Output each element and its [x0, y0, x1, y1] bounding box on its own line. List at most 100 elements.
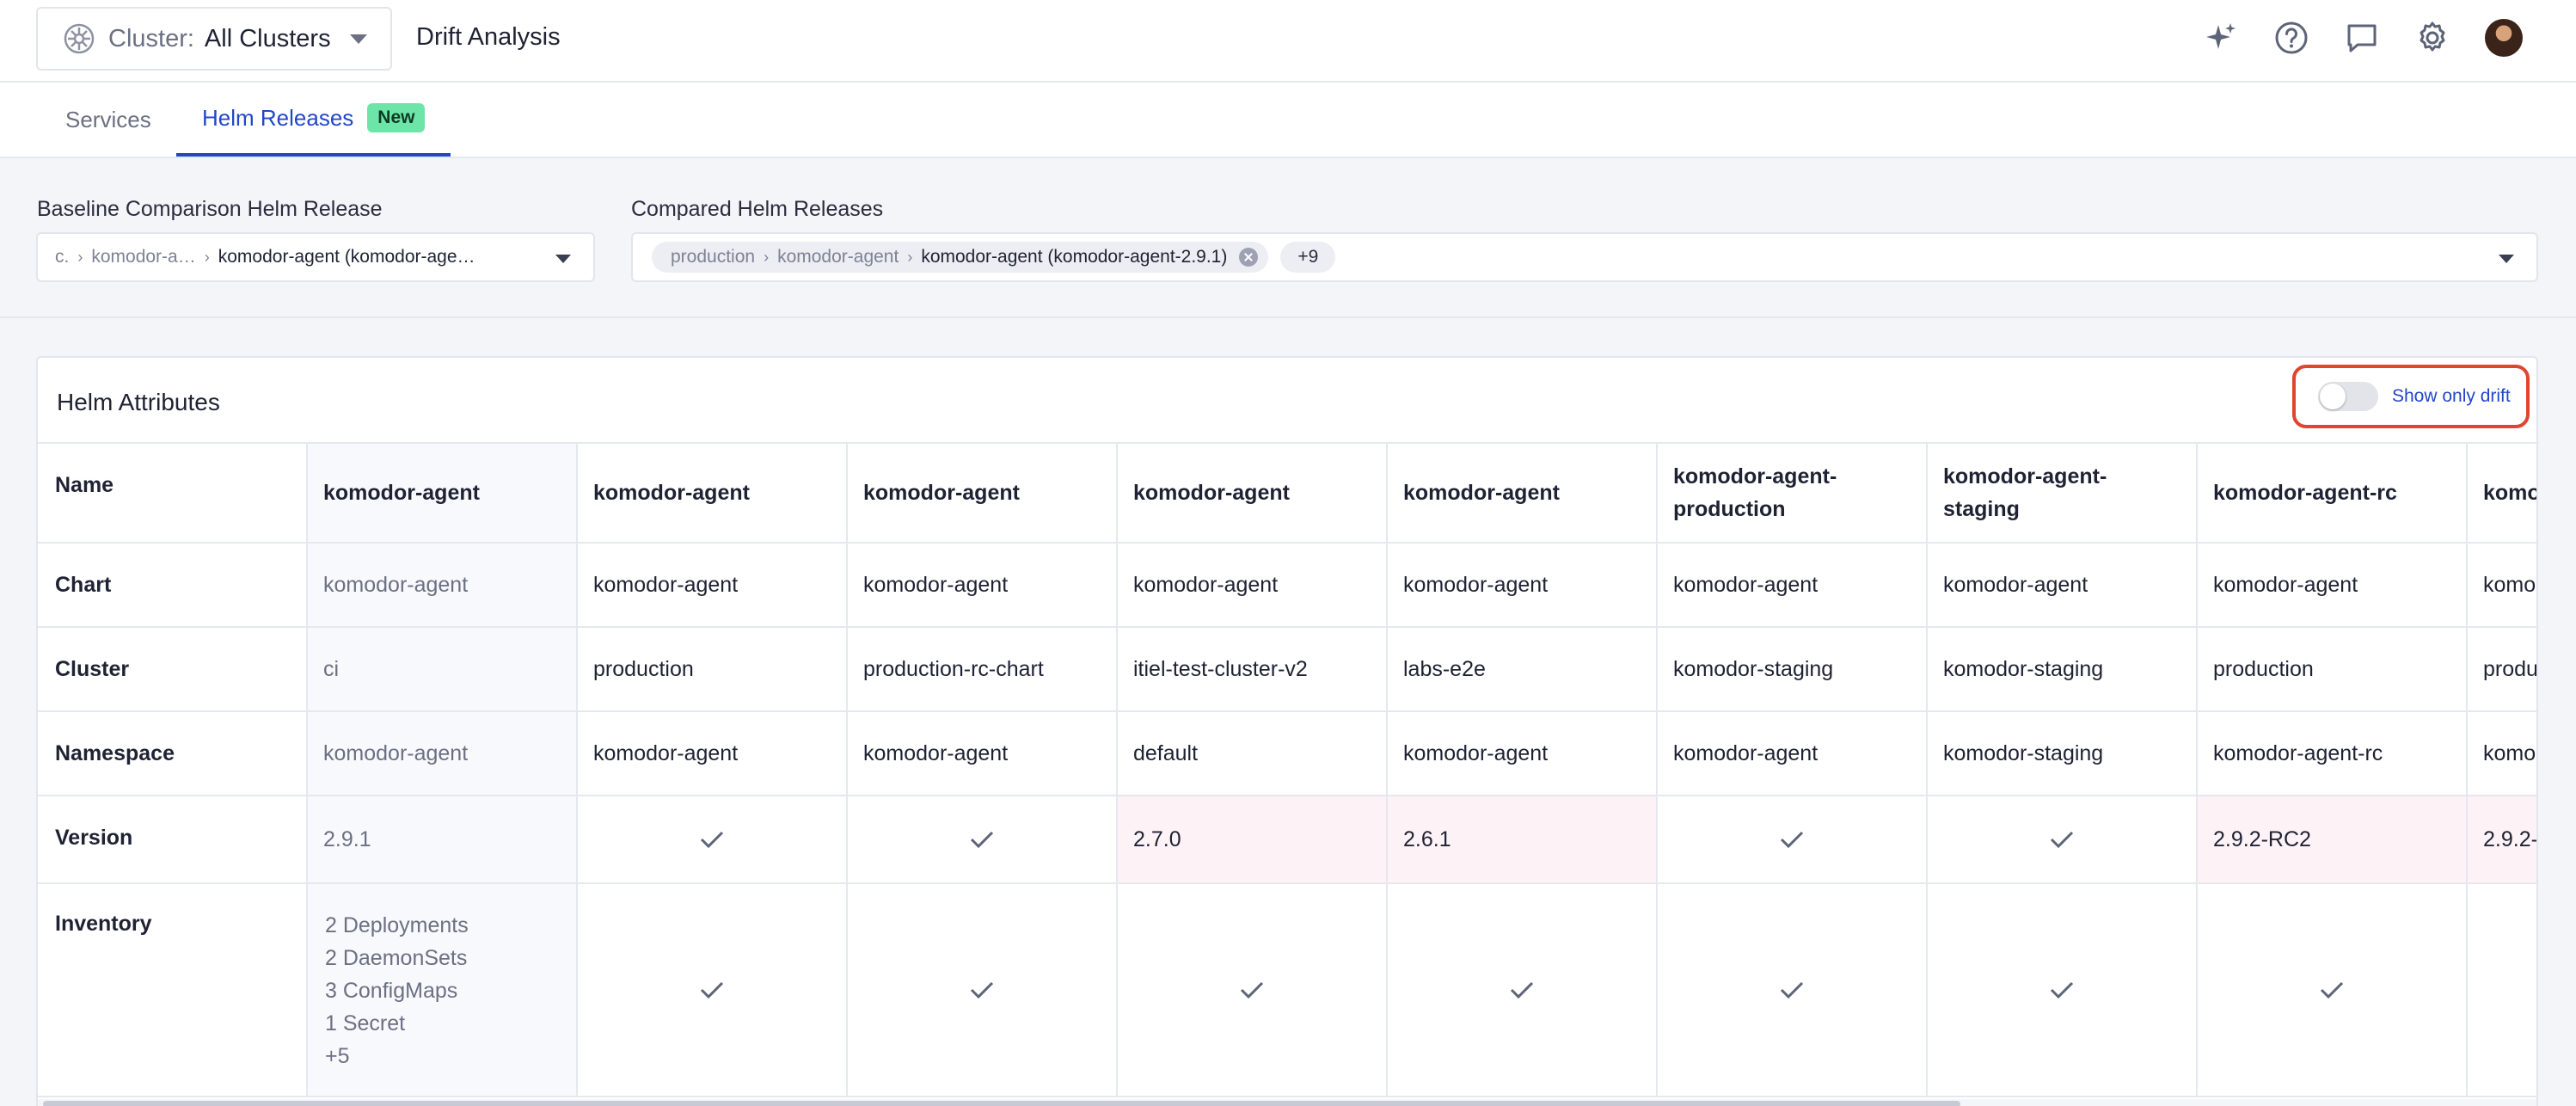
table-cell: komodor-staging	[1658, 628, 1928, 710]
compared-crumb-namespace: komodor-agent	[777, 247, 899, 267]
table-cell: komodor-agent	[848, 544, 1118, 626]
table-row-cluster: Cluster ci production production-rc-char…	[38, 628, 2536, 712]
column-header: komodor-agent- staging	[1928, 444, 2198, 542]
table-cell: 2 Deployments 2 DaemonSets 3 ConfigMaps …	[308, 884, 578, 1096]
chevron-down-icon	[2499, 255, 2514, 263]
chevron-right-icon: ›	[764, 248, 770, 266]
attributes-table[interactable]: Name komodor-agent komodor-agent komodor…	[38, 444, 2536, 1106]
check-icon	[1240, 981, 1264, 999]
baseline-select[interactable]: c. › komodor-a… › komodor-agent (komodor…	[36, 232, 595, 282]
top-bar: Cluster: All Clusters Drift Analysis	[0, 0, 2576, 83]
table-cell-drift: 2.7.0	[1118, 796, 1388, 882]
column-header-line: komodor-agent-	[1673, 464, 1837, 488]
column-header: komodor-agent	[578, 444, 848, 542]
check-icon	[2050, 981, 2074, 999]
inventory-list: 2 Deployments 2 DaemonSets 3 ConfigMaps …	[308, 884, 469, 1070]
column-header: komodor-agent-rc	[2198, 444, 2468, 542]
tab-services-label: Services	[65, 106, 151, 132]
list-item: 1 Secret	[325, 1011, 406, 1035]
tab-bar: Services Helm Releases New	[0, 83, 2576, 158]
inventory-more[interactable]: +5	[325, 1042, 469, 1070]
table-cell: production	[2198, 628, 2468, 710]
table-cell: ci	[308, 628, 578, 710]
compared-select[interactable]: production › komodor-agent › komodor-age…	[631, 232, 2538, 282]
column-header-line: staging	[1943, 497, 2020, 521]
table-cell	[1928, 796, 2198, 882]
chevron-down-icon	[349, 34, 367, 44]
check-icon	[700, 831, 724, 849]
chevron-down-icon	[555, 255, 571, 263]
table-cell: komodor-agent-rc	[2468, 712, 2536, 795]
helm-attributes-card: Helm Attributes Show only drift Name kom…	[36, 356, 2538, 1106]
compared-chip[interactable]: production › komodor-agent › komodor-age…	[652, 242, 1269, 273]
table-cell: production	[578, 628, 848, 710]
table-cell: komodor-agent	[848, 712, 1118, 795]
table-cell: komodor-agent	[1658, 544, 1928, 626]
table-cell: production-rc-chart	[848, 628, 1118, 710]
tab-helm-releases[interactable]: Helm Releases New	[176, 83, 451, 157]
baseline-crumb-namespace: komodor-a…	[91, 247, 196, 267]
toggle-label: Show only drift	[2392, 386, 2511, 406]
table-cell	[1388, 884, 1658, 1096]
card-header: Helm Attributes Show only drift	[38, 358, 2536, 444]
list-item: 2 Deployments	[325, 913, 469, 937]
baseline-value: komodor-agent (komodor-age…	[218, 247, 475, 267]
table-cell: komodor-agent	[578, 712, 848, 795]
help-icon[interactable]	[2273, 20, 2309, 56]
page-title: Drift Analysis	[416, 23, 561, 51]
row-label: Cluster	[38, 628, 308, 710]
horizontal-scrollbar[interactable]	[38, 1099, 2536, 1106]
cluster-selector[interactable]: Cluster: All Clusters	[36, 7, 392, 71]
column-header-line: production	[1673, 497, 1786, 521]
column-header: komodor-agent	[1118, 444, 1388, 542]
column-header: komodor-agent	[848, 444, 1118, 542]
table-cell: komodor-agent	[1388, 712, 1658, 795]
table-cell-drift: 2.9.2-RC2	[2198, 796, 2468, 882]
list-item: 3 ConfigMaps	[325, 979, 458, 1003]
row-label: Name	[38, 444, 308, 542]
table-cell-drift: 2.6.1	[1388, 796, 1658, 882]
table-cell: komodor-agent	[308, 544, 578, 626]
toggle-switch[interactable]	[2318, 382, 2378, 411]
baseline-label: Baseline Comparison Helm Release	[37, 197, 383, 221]
list-item: 2 DaemonSets	[325, 946, 468, 970]
table-cell: komodor-agent	[1928, 544, 2198, 626]
row-label: Inventory	[38, 884, 308, 1096]
row-label: Namespace	[38, 712, 308, 795]
scrollbar-thumb[interactable]	[43, 1101, 1960, 1106]
chat-icon[interactable]	[2344, 20, 2380, 56]
sparkles-icon[interactable]	[2203, 20, 2239, 56]
column-header: komodor-agent-rc	[2468, 444, 2536, 542]
compared-crumb-cluster: production	[671, 247, 756, 267]
column-header-line: komodor-agent-	[1943, 464, 2107, 488]
table-cell: 2.9.1	[308, 796, 578, 882]
table-cell: komodor-staging	[1928, 628, 2198, 710]
table-cell	[578, 796, 848, 882]
check-icon	[700, 981, 724, 999]
table-cell: komodor-agent	[1388, 544, 1658, 626]
avatar[interactable]	[2485, 19, 2523, 57]
check-icon	[2320, 981, 2344, 999]
table-cell	[2198, 884, 2468, 1096]
table-cell: default	[1118, 712, 1388, 795]
show-only-drift-toggle[interactable]: Show only drift	[2292, 365, 2530, 428]
table-cell: komodor-agent-rc	[2198, 712, 2468, 795]
table-cell: production	[2468, 628, 2536, 710]
gear-icon[interactable]	[2414, 20, 2450, 56]
baseline-crumb-cluster: c.	[55, 247, 70, 267]
more-releases-chip[interactable]: +9	[1280, 242, 1336, 273]
table-row-inventory: Inventory 2 Deployments 2 DaemonSets 3 C…	[38, 884, 2536, 1097]
compared-chip-value: komodor-agent (komodor-agent-2.9.1)	[921, 247, 1228, 267]
check-icon	[1780, 981, 1804, 999]
table-cell	[1118, 884, 1388, 1096]
close-icon[interactable]	[1239, 248, 1259, 267]
table-cell-drift: 2.9.2-RC2	[2468, 796, 2536, 882]
kubernetes-icon	[64, 23, 95, 54]
tab-services[interactable]: Services	[65, 83, 151, 157]
cluster-value: All Clusters	[204, 24, 331, 52]
table-cell	[848, 884, 1118, 1096]
table-row-namespace: Namespace komodor-agent komodor-agent ko…	[38, 712, 2536, 796]
column-header: komodor-agent- production	[1658, 444, 1928, 542]
table-cell: komodor-agent	[1118, 544, 1388, 626]
check-icon	[970, 981, 994, 999]
